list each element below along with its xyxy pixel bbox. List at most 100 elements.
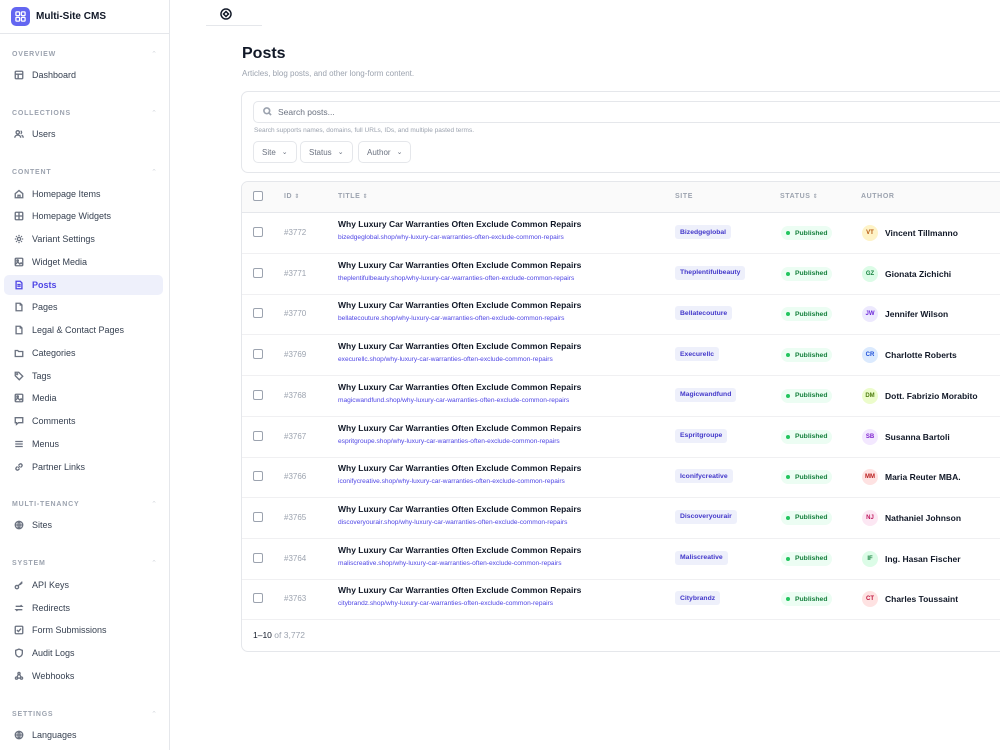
sidebar-section-system[interactable]: SYSTEM ⌃: [12, 557, 157, 569]
status-badge: Published: [781, 510, 833, 525]
row-checkbox[interactable]: [253, 389, 263, 400]
sidebar-section-title: CONTENT: [12, 168, 52, 176]
post-title[interactable]: Why Luxury Car Warranties Often Exclude …: [338, 300, 581, 310]
row-checkbox[interactable]: [253, 308, 263, 319]
status-label: Published: [795, 229, 828, 237]
table-row[interactable]: #3767 Why Luxury Car Warranties Often Exc…: [242, 417, 1000, 458]
post-title[interactable]: Why Luxury Car Warranties Often Exclude …: [338, 382, 581, 392]
post-url-link[interactable]: citybrandz.shop/why-luxury-car-warrantie…: [338, 600, 553, 607]
sidebar-item-homepage-widgets[interactable]: Homepage Widgets: [4, 206, 163, 226]
pagination-range: 1–10: [253, 630, 272, 640]
search-box[interactable]: [253, 101, 1000, 123]
sidebar-item-api-keys[interactable]: API Keys: [4, 575, 163, 595]
table-row[interactable]: #3771 Why Luxury Car Warranties Often Exc…: [242, 254, 1000, 295]
post-url-link[interactable]: iconifycreative.shop/why-luxury-car-warr…: [338, 478, 565, 485]
chevron-down-icon: ⌄: [396, 149, 403, 156]
sidebar-item-dashboard[interactable]: Dashboard: [4, 65, 163, 85]
row-checkbox[interactable]: [253, 511, 263, 522]
sidebar-item-partner-links[interactable]: Partner Links: [4, 457, 163, 477]
avatar: NJ: [862, 509, 878, 526]
row-checkbox[interactable]: [253, 471, 263, 482]
sidebar-item-pages[interactable]: Pages: [4, 297, 163, 317]
status-label: Published: [795, 270, 828, 278]
post-title[interactable]: Why Luxury Car Warranties Often Exclude …: [338, 585, 581, 595]
table-row[interactable]: #3764 Why Luxury Car Warranties Often Exc…: [242, 539, 1000, 580]
sidebar-section-content[interactable]: CONTENT ⌃: [12, 166, 157, 178]
sidebar-section-collections[interactable]: COLLECTIONS ⌃: [12, 107, 157, 119]
column-header-status[interactable]: STATUS ⇕: [780, 193, 818, 200]
row-checkbox[interactable]: [253, 349, 263, 360]
chevron-up-icon: ⌃: [151, 169, 157, 176]
author-name: Jennifer Wilson: [885, 309, 949, 320]
sidebar-toggle-icon[interactable]: [219, 7, 233, 21]
post-url-link[interactable]: execurellc.shop/why-luxury-car-warrantie…: [338, 356, 553, 363]
sidebar-item-redirects[interactable]: Redirects: [4, 598, 163, 618]
sort-icon: ⇕: [812, 194, 819, 200]
sidebar-item-widget-media[interactable]: Widget Media: [4, 252, 163, 272]
post-url-link[interactable]: espritgroupe.shop/why-luxury-car-warrant…: [338, 438, 560, 445]
sidebar-section-overview[interactable]: OVERVIEW ⌃: [12, 48, 157, 60]
row-checkbox[interactable]: [253, 227, 263, 237]
search-input[interactable]: [278, 107, 578, 117]
sidebar-item-users[interactable]: Users: [4, 124, 163, 144]
post-url-link[interactable]: bizedgeglobal.shop/why-luxury-car-warran…: [338, 234, 564, 241]
row-checkbox[interactable]: [253, 552, 263, 563]
sidebar-section-multi-tenancy[interactable]: MULTI-TENANCY ⌃: [12, 498, 157, 510]
image-icon: [13, 393, 24, 404]
post-title[interactable]: Why Luxury Car Warranties Often Exclude …: [338, 423, 581, 433]
site-filter-button[interactable]: Site ⌄: [253, 141, 297, 163]
row-checkbox[interactable]: [253, 267, 263, 278]
post-url-link[interactable]: magicwandfund.shop/why-luxury-car-warran…: [338, 397, 569, 404]
post-title[interactable]: Why Luxury Car Warranties Often Exclude …: [338, 463, 581, 473]
post-url-link[interactable]: maliscreative.shop/why-luxury-car-warran…: [338, 560, 562, 567]
sidebar-item-languages[interactable]: Languages: [4, 725, 163, 745]
status-filter-button[interactable]: Status ⌄: [300, 141, 353, 163]
table-row[interactable]: #3765 Why Luxury Car Warranties Often Exc…: [242, 498, 1000, 539]
sidebar-item-tags[interactable]: Tags: [4, 366, 163, 386]
table-row[interactable]: #3772 Why Luxury Car Warranties Often Exc…: [242, 213, 1000, 254]
sidebar-item-legal-contact-pages[interactable]: Legal & Contact Pages: [4, 320, 163, 340]
row-checkbox[interactable]: [253, 430, 263, 441]
status-badge: Published: [781, 388, 833, 403]
author-filter-button[interactable]: Author ⌄: [358, 141, 412, 163]
post-url-link[interactable]: theplentifulbeauty.shop/why-luxury-car-w…: [338, 275, 574, 282]
column-header-id[interactable]: ID ⇕: [284, 193, 300, 200]
app-name: Multi-Site CMS: [36, 11, 106, 22]
globe-icon: [13, 730, 24, 741]
sidebar-item-comments[interactable]: Comments: [4, 411, 163, 431]
avatar: DM: [862, 387, 878, 404]
sidebar-item-menus[interactable]: Menus: [4, 434, 163, 454]
sidebar-item-variant-settings[interactable]: Variant Settings: [4, 229, 163, 249]
post-title[interactable]: Why Luxury Car Warranties Often Exclude …: [338, 504, 581, 514]
table-row[interactable]: #3766 Why Luxury Car Warranties Often Exc…: [242, 457, 1000, 499]
post-title[interactable]: Why Luxury Car Warranties Often Exclude …: [338, 341, 581, 351]
status-label: Published: [795, 595, 828, 603]
post-title[interactable]: Why Luxury Car Warranties Often Exclude …: [338, 545, 581, 555]
table-row[interactable]: #3770 Why Luxury Car Warranties Often Exc…: [242, 294, 1000, 336]
sidebar-item-media[interactable]: Media: [4, 388, 163, 408]
sidebar-item-homepage-items[interactable]: Homepage Items: [4, 184, 163, 204]
sidebar-item-label: Homepage Widgets: [32, 211, 112, 221]
table-row[interactable]: #3763 Why Luxury Car Warranties Often Exc…: [242, 579, 1000, 621]
table-row[interactable]: #3769 Why Luxury Car Warranties Often Exc…: [242, 335, 1000, 377]
folder-icon: [13, 348, 24, 359]
sidebar-item-sites[interactable]: Sites: [4, 515, 163, 535]
post-title[interactable]: Why Luxury Car Warranties Often Exclude …: [338, 219, 581, 229]
post-url-link[interactable]: discoveryourair.shop/why-luxury-car-warr…: [338, 519, 567, 526]
sidebar-item-posts[interactable]: Posts: [4, 275, 163, 295]
column-header-title[interactable]: TITLE ⇕: [338, 193, 368, 200]
post-title[interactable]: Why Luxury Car Warranties Often Exclude …: [338, 260, 581, 270]
author-name: Charles Toussaint: [885, 594, 959, 605]
post-url-link[interactable]: bellatecouture.shop/why-luxury-car-warra…: [338, 315, 564, 322]
sidebar-item-categories[interactable]: Categories: [4, 343, 163, 363]
row-checkbox[interactable]: [253, 593, 263, 604]
brand[interactable]: Multi-Site CMS: [0, 0, 169, 34]
select-all-checkbox[interactable]: [253, 191, 263, 201]
status-badge: Published: [781, 307, 833, 322]
sidebar-section-settings[interactable]: SETTINGS ⌃: [12, 708, 157, 720]
avatar: GZ: [862, 265, 878, 282]
table-row[interactable]: #3768 Why Luxury Car Warranties Often Exc…: [242, 376, 1000, 417]
sidebar-item-form-submissions[interactable]: Form Submissions: [4, 620, 163, 640]
sidebar-item-audit-logs[interactable]: Audit Logs: [4, 643, 163, 663]
sidebar-item-webhooks[interactable]: Webhooks: [4, 666, 163, 686]
